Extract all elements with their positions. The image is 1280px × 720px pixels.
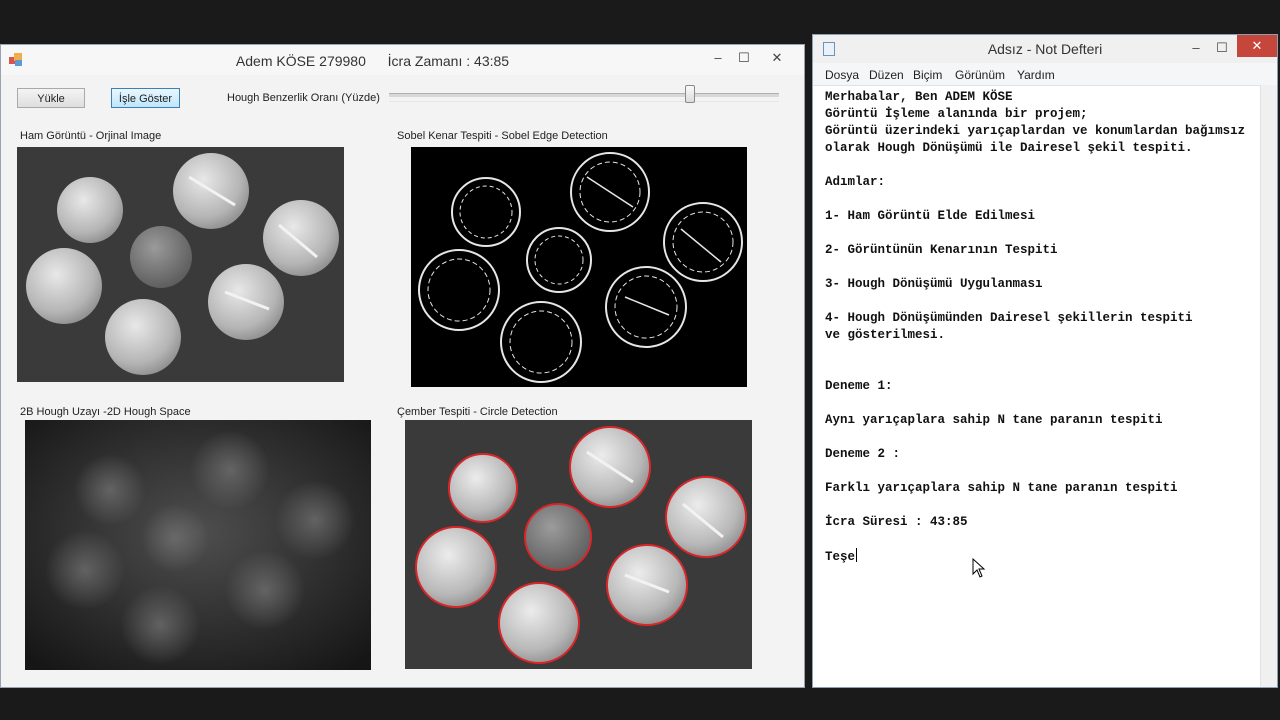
minimize-button[interactable]: – bbox=[705, 49, 731, 67]
load-button[interactable]: Yükle bbox=[17, 88, 85, 108]
notepad-line: ve gösterilmesi. bbox=[825, 328, 946, 342]
menu-help[interactable]: Yardım bbox=[1017, 68, 1055, 82]
notepad-minimize-button[interactable]: – bbox=[1183, 39, 1209, 57]
sobel-canvas bbox=[411, 147, 747, 387]
notepad-line: Adımlar: bbox=[825, 175, 886, 189]
hough-canvas bbox=[25, 420, 371, 670]
notepad-line bbox=[825, 463, 1255, 480]
notepad-window: Adsız - Not Defteri – ☐ ✕ Dosya Düzen Bi… bbox=[812, 34, 1278, 688]
slider-track bbox=[389, 93, 779, 97]
notepad-line: 3- Hough Dönüşümü Uygulanması bbox=[825, 277, 1043, 291]
notepad-line bbox=[825, 429, 1255, 446]
menu-view[interactable]: Görünüm bbox=[955, 68, 1005, 82]
process-button[interactable]: İşle Göster bbox=[111, 88, 180, 108]
notepad-title-bar[interactable]: Adsız - Not Defteri – ☐ ✕ bbox=[813, 35, 1277, 63]
slider-thumb[interactable] bbox=[685, 85, 696, 103]
menu-format[interactable]: Biçim bbox=[913, 68, 942, 82]
notepad-scrollbar[interactable] bbox=[1260, 85, 1277, 687]
notepad-line: 1- Ham Görüntü Elde Edilmesi bbox=[825, 209, 1036, 223]
notepad-line: Görüntü üzerindeki yarıçaplardan ve konu… bbox=[825, 124, 1246, 138]
slider-track-bottom bbox=[389, 101, 779, 102]
circle-detection-canvas bbox=[405, 420, 752, 669]
mouse-cursor-icon bbox=[972, 557, 986, 578]
similarity-slider[interactable] bbox=[389, 85, 779, 109]
notepad-line: Aynı yarıçaplara sahip N tane paranın te… bbox=[825, 413, 1163, 427]
maximize-button[interactable]: ☐ bbox=[731, 49, 757, 67]
notepad-close-button[interactable]: ✕ bbox=[1237, 35, 1277, 57]
menu-file[interactable]: Dosya bbox=[825, 68, 859, 82]
hough-label: 2B Hough Uzayı -2D Hough Space bbox=[20, 406, 191, 418]
notepad-line: Deneme 2 : bbox=[825, 447, 901, 461]
notepad-line bbox=[825, 191, 1255, 208]
notepad-line: Teşe bbox=[825, 548, 858, 564]
raw-image bbox=[17, 147, 344, 382]
text-caret bbox=[856, 548, 858, 562]
close-button[interactable]: ✕ bbox=[764, 49, 790, 67]
app-window: Adem KÖSE 279980 İcra Zamanı : 43:85 – ☐… bbox=[0, 44, 805, 688]
notepad-line: İcra Süresi : 43:85 bbox=[825, 515, 968, 529]
notepad-line: 4- Hough Dönüşümünden Dairesel şekilleri… bbox=[825, 311, 1193, 325]
notepad-menu-bar: Dosya Düzen Biçim Görünüm Yardım bbox=[813, 63, 1277, 86]
notepad-maximize-button[interactable]: ☐ bbox=[1209, 39, 1235, 57]
circle-detection-label: Çember Tespiti - Circle Detection bbox=[397, 406, 558, 418]
notepad-line bbox=[825, 361, 1255, 378]
raw-image-label: Ham Görüntü - Orjinal Image bbox=[20, 130, 162, 142]
circle-detection-image bbox=[405, 420, 752, 669]
notepad-line: 2- Görüntünün Kenarının Tespiti bbox=[825, 243, 1058, 257]
notepad-line bbox=[825, 259, 1255, 276]
slider-label: Hough Benzerlik Oranı (Yüzde) bbox=[227, 92, 380, 104]
exec-time-label: İcra Zamanı : 43:85 bbox=[387, 53, 510, 69]
notepad-line bbox=[825, 225, 1255, 242]
sobel-image bbox=[411, 147, 747, 387]
raw-image-canvas bbox=[17, 147, 344, 382]
menu-edit[interactable]: Düzen bbox=[869, 68, 904, 82]
hough-image bbox=[25, 420, 371, 670]
notepad-line bbox=[825, 157, 1255, 174]
app-title: Adem KÖSE 279980 İcra Zamanı : 43:85 bbox=[1, 53, 804, 69]
notepad-line bbox=[825, 497, 1255, 514]
notepad-line bbox=[825, 531, 1255, 548]
notepad-line: Merhabalar, Ben ADEM KÖSE bbox=[825, 90, 1013, 104]
notepad-line bbox=[825, 293, 1255, 310]
app-title-text: Adem KÖSE 279980 bbox=[235, 53, 366, 69]
notepad-text-area[interactable]: Merhabalar, Ben ADEM KÖSE Görüntü İşleme … bbox=[825, 89, 1255, 566]
notepad-line: Farklı yarıçaplara sahip N tane paranın … bbox=[825, 481, 1178, 495]
notepad-line: Görüntü İşleme alanında bir projem; bbox=[825, 107, 1088, 121]
notepad-line: olarak Hough Dönüşümü ile Dairesel şekil… bbox=[825, 141, 1193, 155]
notepad-line: Deneme 1: bbox=[825, 379, 893, 393]
sobel-label: Sobel Kenar Tespiti - Sobel Edge Detecti… bbox=[397, 130, 608, 142]
notepad-line bbox=[825, 344, 1255, 361]
notepad-line bbox=[825, 395, 1255, 412]
app-title-bar[interactable]: Adem KÖSE 279980 İcra Zamanı : 43:85 – ☐… bbox=[1, 45, 804, 75]
